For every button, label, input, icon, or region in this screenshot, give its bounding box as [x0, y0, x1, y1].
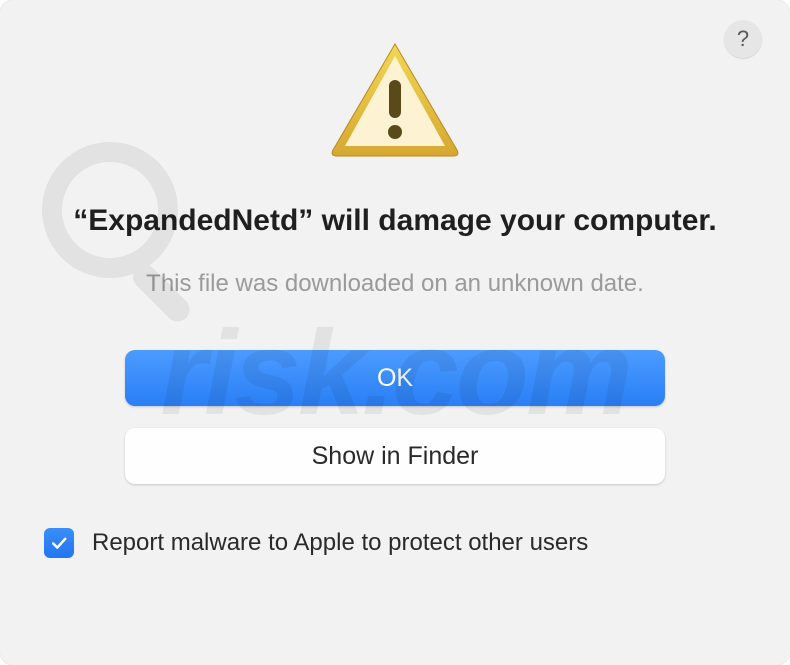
help-icon: ?: [737, 26, 749, 52]
dialog-subtitle: This file was downloaded on an unknown d…: [146, 270, 644, 298]
warning-triangle-icon: [325, 38, 465, 160]
ok-button[interactable]: OK: [125, 350, 665, 406]
checkmark-icon: [49, 533, 69, 553]
report-malware-checkbox[interactable]: [44, 528, 74, 558]
title-quote-open: “: [73, 204, 88, 237]
title-app-name: ExpandedNetd: [88, 204, 298, 237]
show-in-finder-button[interactable]: Show in Finder: [125, 428, 665, 484]
help-button[interactable]: ?: [724, 20, 762, 58]
dialog-title: “ExpandedNetd” will damage your computer…: [73, 202, 716, 240]
title-rest: ” will damage your computer.: [298, 204, 716, 237]
button-group: OK Show in Finder: [125, 350, 665, 484]
report-malware-label[interactable]: Report malware to Apple to protect other…: [92, 529, 588, 557]
report-malware-row: Report malware to Apple to protect other…: [44, 528, 588, 558]
alert-dialog: ? “ExpandedNetd” will damage your comput…: [0, 0, 790, 665]
